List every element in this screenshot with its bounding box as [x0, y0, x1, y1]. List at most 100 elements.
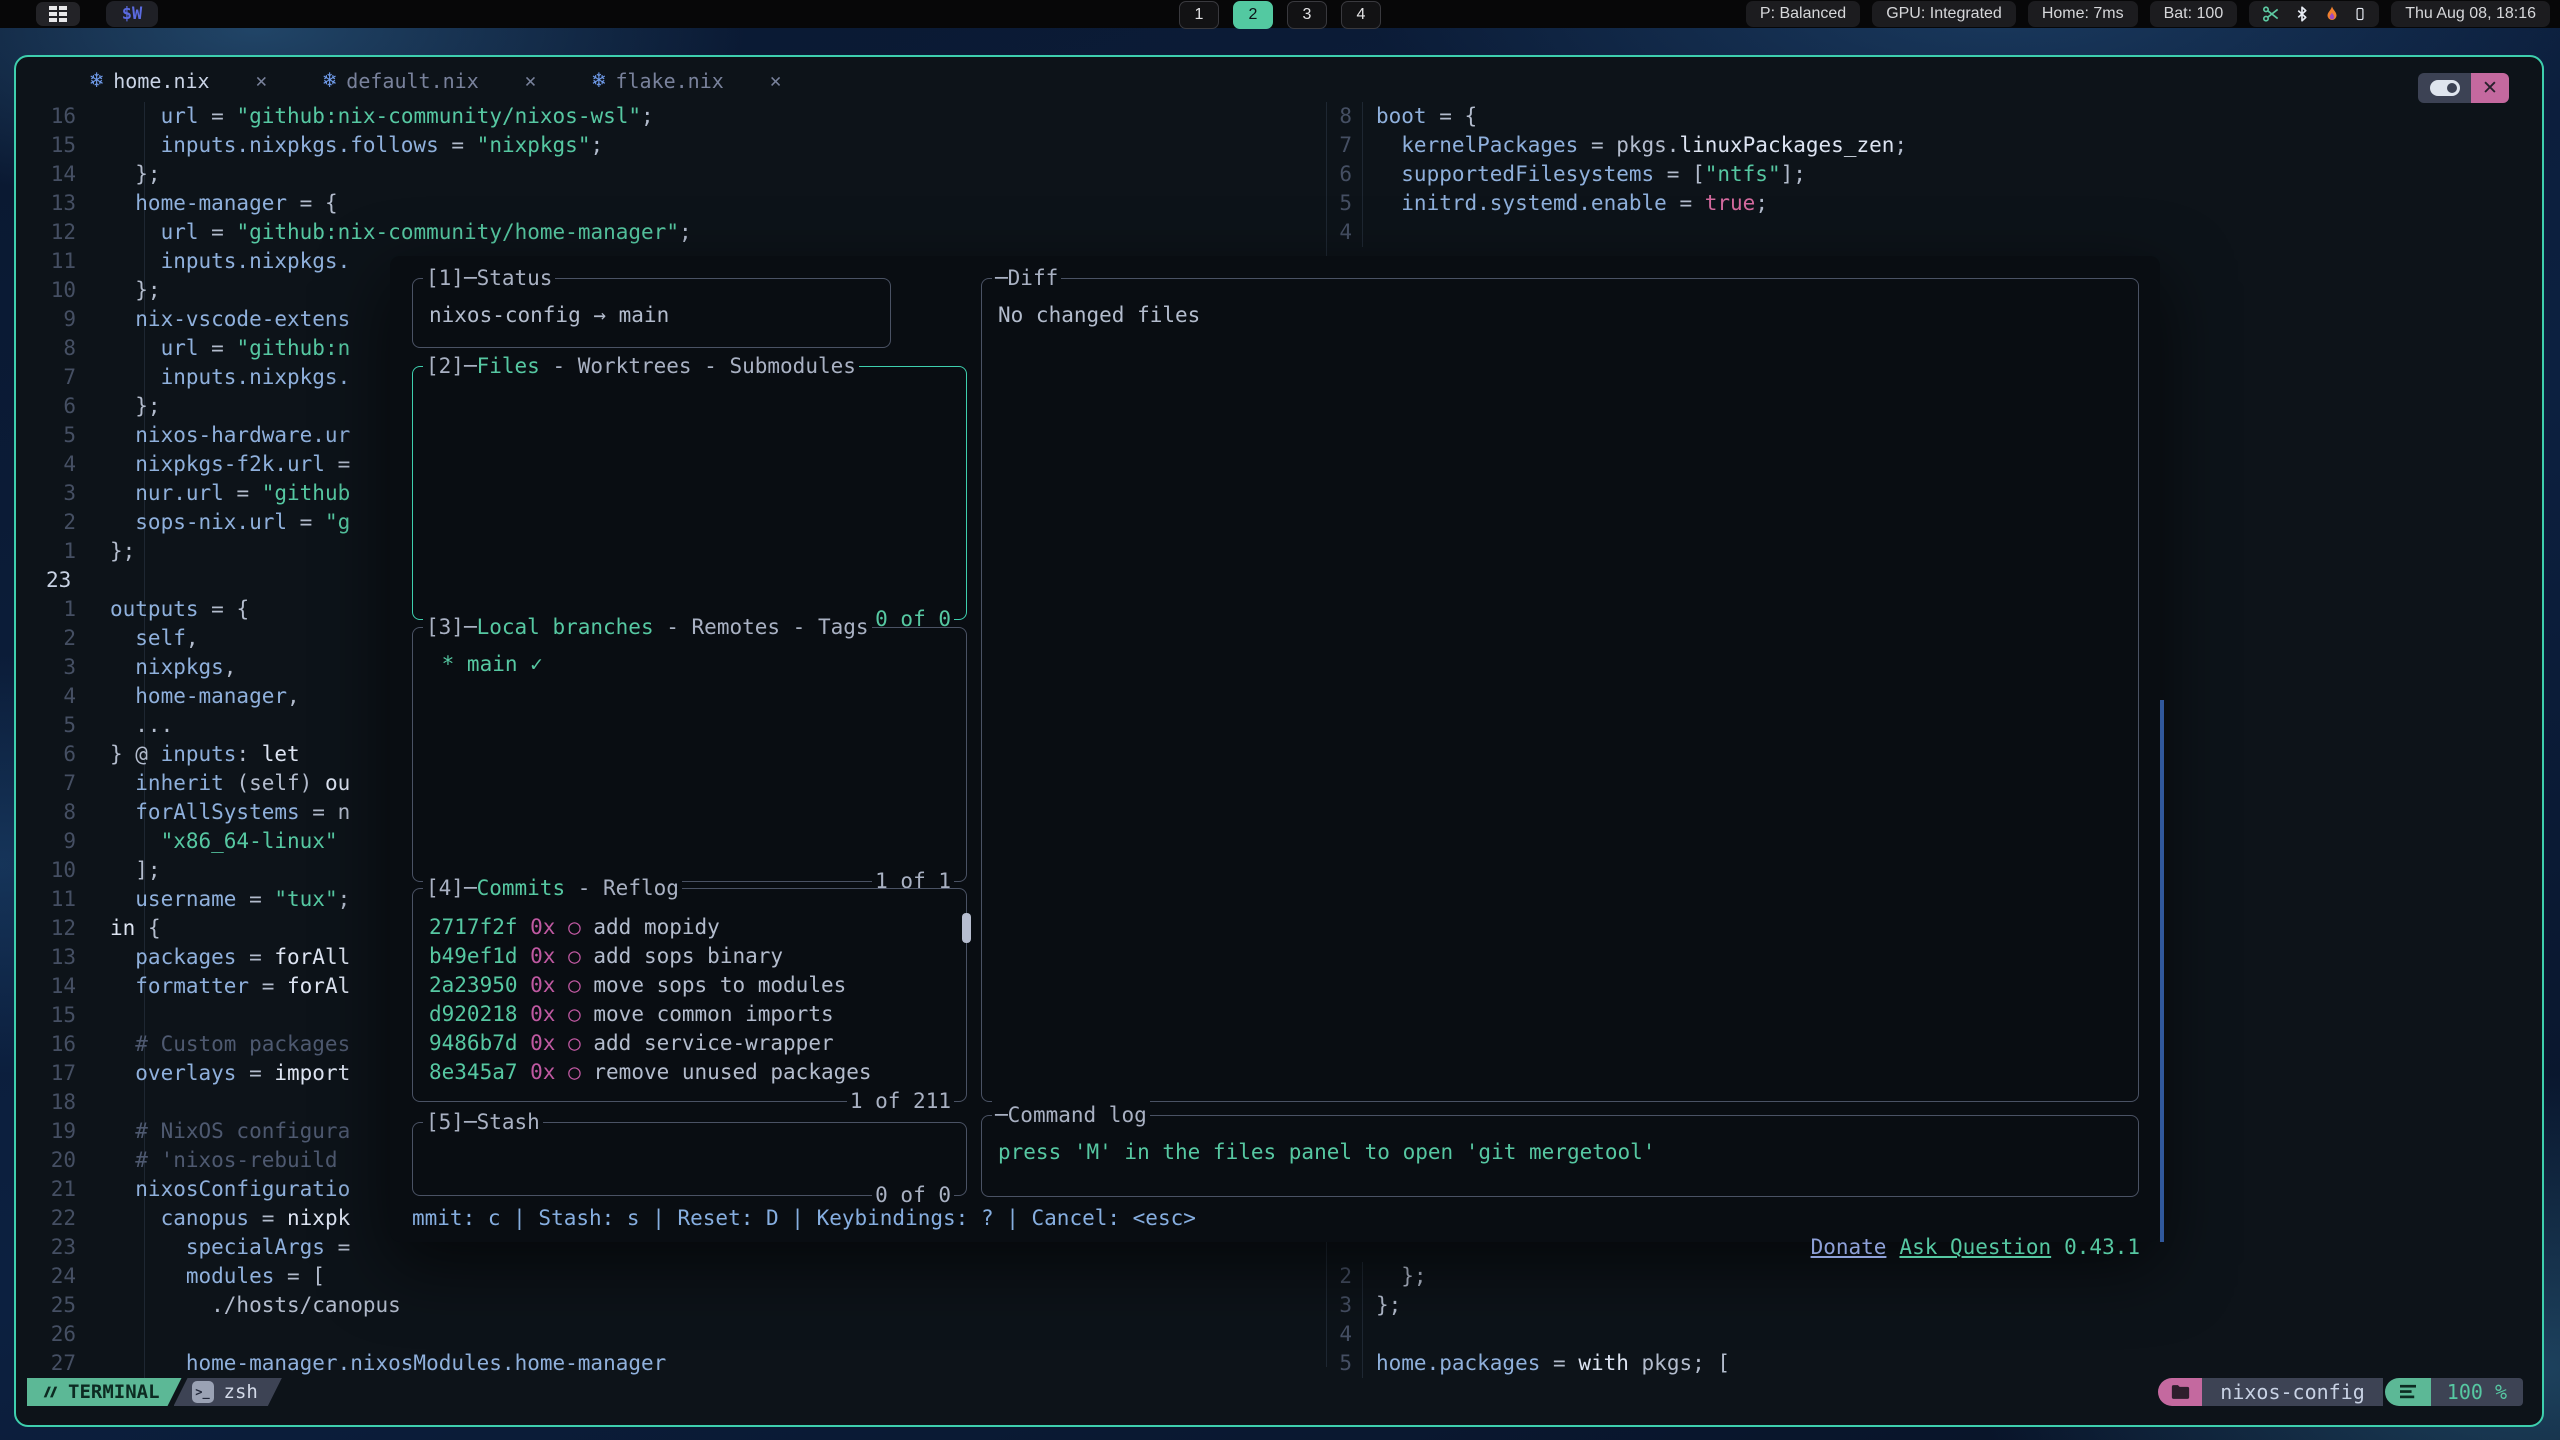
command-log-message: press 'M' in the files panel to open 'gi…	[982, 1116, 2138, 1167]
code-token: = n	[300, 800, 351, 824]
code-token: =	[236, 945, 274, 969]
scroll-segment[interactable]	[2385, 1378, 2431, 1406]
commit-graph-dot: ○	[568, 915, 581, 939]
code-line: 5home.packages = with pkgs; [	[1320, 1349, 2530, 1378]
commit-row[interactable]: 9486b7d 0x ○ add service-wrapper	[429, 1029, 952, 1058]
code-token: } @	[110, 742, 161, 766]
lazygit-links: DonateAsk Question0.43.1	[1760, 1204, 2140, 1291]
line-number: 3	[40, 653, 110, 682]
code-line: 3};	[1320, 1291, 2530, 1320]
terminal-prompt-icon: >_	[192, 1381, 214, 1403]
tab-close-icon[interactable]: ✕	[770, 70, 781, 92]
scissors-icon[interactable]	[2261, 4, 2281, 24]
workspace-button-1[interactable]: 1	[1179, 1, 1219, 29]
editor-pane-default-nix-top[interactable]: 8boot = {7 kernelPackages = pkgs.linuxPa…	[1320, 102, 2530, 247]
commits-scrollbar[interactable]	[962, 913, 971, 943]
status-pill-0[interactable]: P: Balanced	[1746, 1, 1860, 27]
line-number: 3	[1320, 1291, 1376, 1320]
lazygit-commits-panel[interactable]: [4]─Commits - Reflog 2717f2f 0x ○ add mo…	[412, 888, 967, 1102]
line-number: 1	[40, 537, 110, 566]
ask-question-link[interactable]: Ask Question	[1899, 1235, 2051, 1259]
statusbar-left: TERMINAL >_ zsh	[27, 1378, 282, 1406]
code-token: =	[1667, 191, 1705, 215]
line-number: 1	[40, 595, 110, 624]
workspace-button-2[interactable]: 2	[1233, 1, 1273, 29]
code-token: =	[325, 452, 350, 476]
lazygit-files-panel[interactable]: [2]─Files - Worktrees - Submodules 0 of …	[412, 366, 967, 620]
code-token: inputs.nixpkgs.	[110, 365, 350, 389]
bluetooth-icon[interactable]	[2293, 4, 2311, 24]
code-token: =	[249, 1206, 287, 1230]
clock[interactable]: Thu Aug 08, 18:16	[2391, 1, 2550, 27]
status-pill-2[interactable]: Home: 7ms	[2028, 1, 2138, 27]
code-line: 26	[40, 1320, 1300, 1349]
lazygit-diff-panel[interactable]: ─Diff No changed files	[981, 278, 2139, 1102]
close-button[interactable]: ✕	[2471, 73, 2509, 103]
commit-hash: b49ef1d	[429, 944, 518, 968]
code-token: ;	[1755, 191, 1768, 215]
line-number: 17	[40, 1059, 110, 1088]
code-token: = {	[199, 597, 250, 621]
line-number: 5	[40, 711, 110, 740]
code-token: ,	[224, 655, 237, 679]
code-line: 15 inputs.nixpkgs.follows = "nixpkgs";	[40, 131, 1300, 160]
line-number: 10	[40, 856, 110, 885]
commit-row[interactable]: d920218 0x ○ move common imports	[429, 1000, 952, 1029]
code-line: 14 };	[40, 160, 1300, 189]
tab-home-nix[interactable]: ❄home.nix✕	[90, 68, 267, 93]
code-token: };	[110, 394, 161, 418]
shell-tab[interactable]: >_ zsh	[174, 1378, 282, 1406]
status-pill-1[interactable]: GPU: Integrated	[1872, 1, 2016, 27]
commit-mark: 0x	[518, 944, 569, 968]
tab-close-icon[interactable]: ✕	[256, 70, 267, 92]
repo-folder-segment[interactable]	[2158, 1378, 2202, 1406]
repo-name[interactable]: nixos-config	[2202, 1378, 2383, 1406]
line-number: 6	[40, 740, 110, 769]
mode-indicator[interactable]: TERMINAL	[27, 1378, 182, 1406]
code-token: :	[236, 742, 261, 766]
nix-snowflake-icon: ❄	[323, 68, 336, 93]
pin-toggle-button[interactable]	[2418, 73, 2471, 103]
commit-row[interactable]: 8e345a7 0x ○ remove unused packages	[429, 1058, 952, 1087]
lazygit-command-log-panel[interactable]: ─Command log press 'M' in the files pane…	[981, 1115, 2139, 1197]
code-token: home.packages	[1376, 1351, 1540, 1375]
commit-graph-dot: ○	[568, 1031, 581, 1055]
lazygit-overlay: [1]─Status nixos-config → main ─Diff No …	[390, 256, 2160, 1242]
lazygit-stash-panel[interactable]: [5]─Stash 0 of 0	[412, 1122, 967, 1196]
donate-link[interactable]: Donate	[1811, 1235, 1887, 1259]
status-pill-3[interactable]: Bat: 100	[2150, 1, 2238, 27]
commit-message: move sops to modules	[581, 973, 847, 997]
code-line: 6 supportedFilesystems = ["ntfs"];	[1320, 160, 2530, 189]
code-token: =	[287, 510, 325, 534]
line-number: 13	[40, 943, 110, 972]
tab-flake-nix[interactable]: ❄flake.nix✕	[592, 68, 781, 93]
tab-close-icon[interactable]: ✕	[525, 70, 536, 92]
flame-icon[interactable]	[2323, 4, 2341, 24]
tray-icons[interactable]	[2249, 1, 2379, 27]
code-token: with	[1578, 1351, 1629, 1375]
line-number: 13	[40, 189, 110, 218]
commit-row[interactable]: 2717f2f 0x ○ add mopidy	[429, 913, 952, 942]
code-token: =	[236, 887, 274, 911]
code-token: boot	[1376, 104, 1427, 128]
workspace-logo[interactable]: $W	[106, 1, 158, 27]
commit-row[interactable]: 2a23950 0x ○ move sops to modules	[429, 971, 952, 1000]
line-number: 6	[40, 392, 110, 421]
code-token: "g	[325, 510, 350, 534]
commit-graph-dot: ○	[568, 973, 581, 997]
tab-default-nix[interactable]: ❄default.nix✕	[323, 68, 536, 93]
code-token: sops-nix.url	[110, 510, 287, 534]
workspace-button-4[interactable]: 4	[1341, 1, 1381, 29]
line-number: 8	[1320, 102, 1376, 131]
phone-icon[interactable]	[2353, 4, 2367, 24]
code-token: in	[110, 916, 135, 940]
nix-snowflake-icon: ❄	[90, 68, 103, 93]
lazygit-status-panel[interactable]: [1]─Status nixos-config → main	[412, 278, 891, 348]
workspace-button-3[interactable]: 3	[1287, 1, 1327, 29]
commit-row[interactable]: b49ef1d 0x ○ add sops binary	[429, 942, 952, 971]
line-number: 11	[40, 247, 110, 276]
line-number: 12	[40, 218, 110, 247]
app-grid-icon[interactable]	[36, 2, 80, 26]
lazygit-branches-panel[interactable]: [3]─Local branches - Remotes - Tags * ma…	[412, 627, 967, 882]
code-line: 12 url = "github:nix-community/home-mana…	[40, 218, 1300, 247]
